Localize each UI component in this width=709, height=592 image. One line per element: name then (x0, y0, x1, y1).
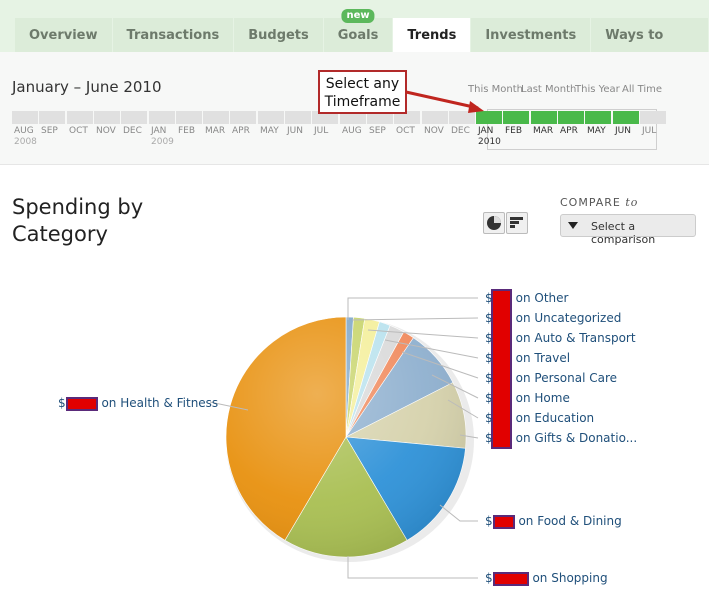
legend-text: on Home (515, 391, 570, 405)
legend-uncategorized[interactable]: $ on Uncategorized (485, 311, 621, 325)
pie-gloss (226, 317, 466, 557)
legend-other[interactable]: $ on Other (485, 291, 568, 305)
currency-prefix: $ (485, 431, 493, 445)
pie-chart (209, 90, 484, 579)
legend-travel[interactable]: $ on Travel (485, 351, 570, 365)
callout-arrow-line (405, 90, 479, 110)
currency-prefix: $ (58, 396, 66, 410)
legend-text: on Other (515, 291, 569, 305)
legend-shopping[interactable]: $ on Shopping (485, 571, 608, 586)
currency-prefix: $ (485, 514, 493, 528)
leader-uncategorized (351, 317, 479, 321)
redacted-amount (492, 571, 529, 586)
callout-arrowhead (468, 101, 484, 113)
legend-home[interactable]: $ on Home (485, 391, 570, 405)
legend-text: on Personal Care (515, 371, 618, 385)
redacted-amount (492, 514, 515, 529)
currency-prefix: $ (485, 411, 493, 425)
legend-personal-care[interactable]: $ on Personal Care (485, 371, 617, 385)
legend-food-dining[interactable]: $ on Food & Dining (485, 514, 622, 529)
legend-auto-transport[interactable]: $ on Auto & Transport (485, 331, 636, 345)
legend-text: on Travel (515, 351, 571, 365)
legend-text: on Gifts & Donatio... (515, 431, 638, 445)
currency-prefix: $ (485, 391, 493, 405)
currency-prefix: $ (485, 571, 493, 585)
currency-prefix: $ (485, 371, 493, 385)
legend-text: on Shopping (532, 571, 608, 585)
legend-text: on Education (515, 411, 595, 425)
legend-education[interactable]: $ on Education (485, 411, 594, 425)
currency-prefix: $ (485, 351, 493, 365)
legend-health-fitness[interactable]: $ on Health & Fitness (58, 396, 218, 411)
legend-gifts-donations[interactable]: $ on Gifts & Donatio... (485, 431, 637, 445)
legend-text: on Food & Dining (518, 514, 622, 528)
legend-text: on Auto & Transport (515, 331, 636, 345)
legend-text: on Uncategorized (515, 311, 622, 325)
leader-other (347, 297, 478, 320)
currency-prefix: $ (485, 291, 493, 305)
legend-text: on Health & Fitness (101, 396, 219, 410)
currency-prefix: $ (485, 311, 493, 325)
currency-prefix: $ (485, 331, 493, 345)
redacted-amount (65, 396, 98, 411)
